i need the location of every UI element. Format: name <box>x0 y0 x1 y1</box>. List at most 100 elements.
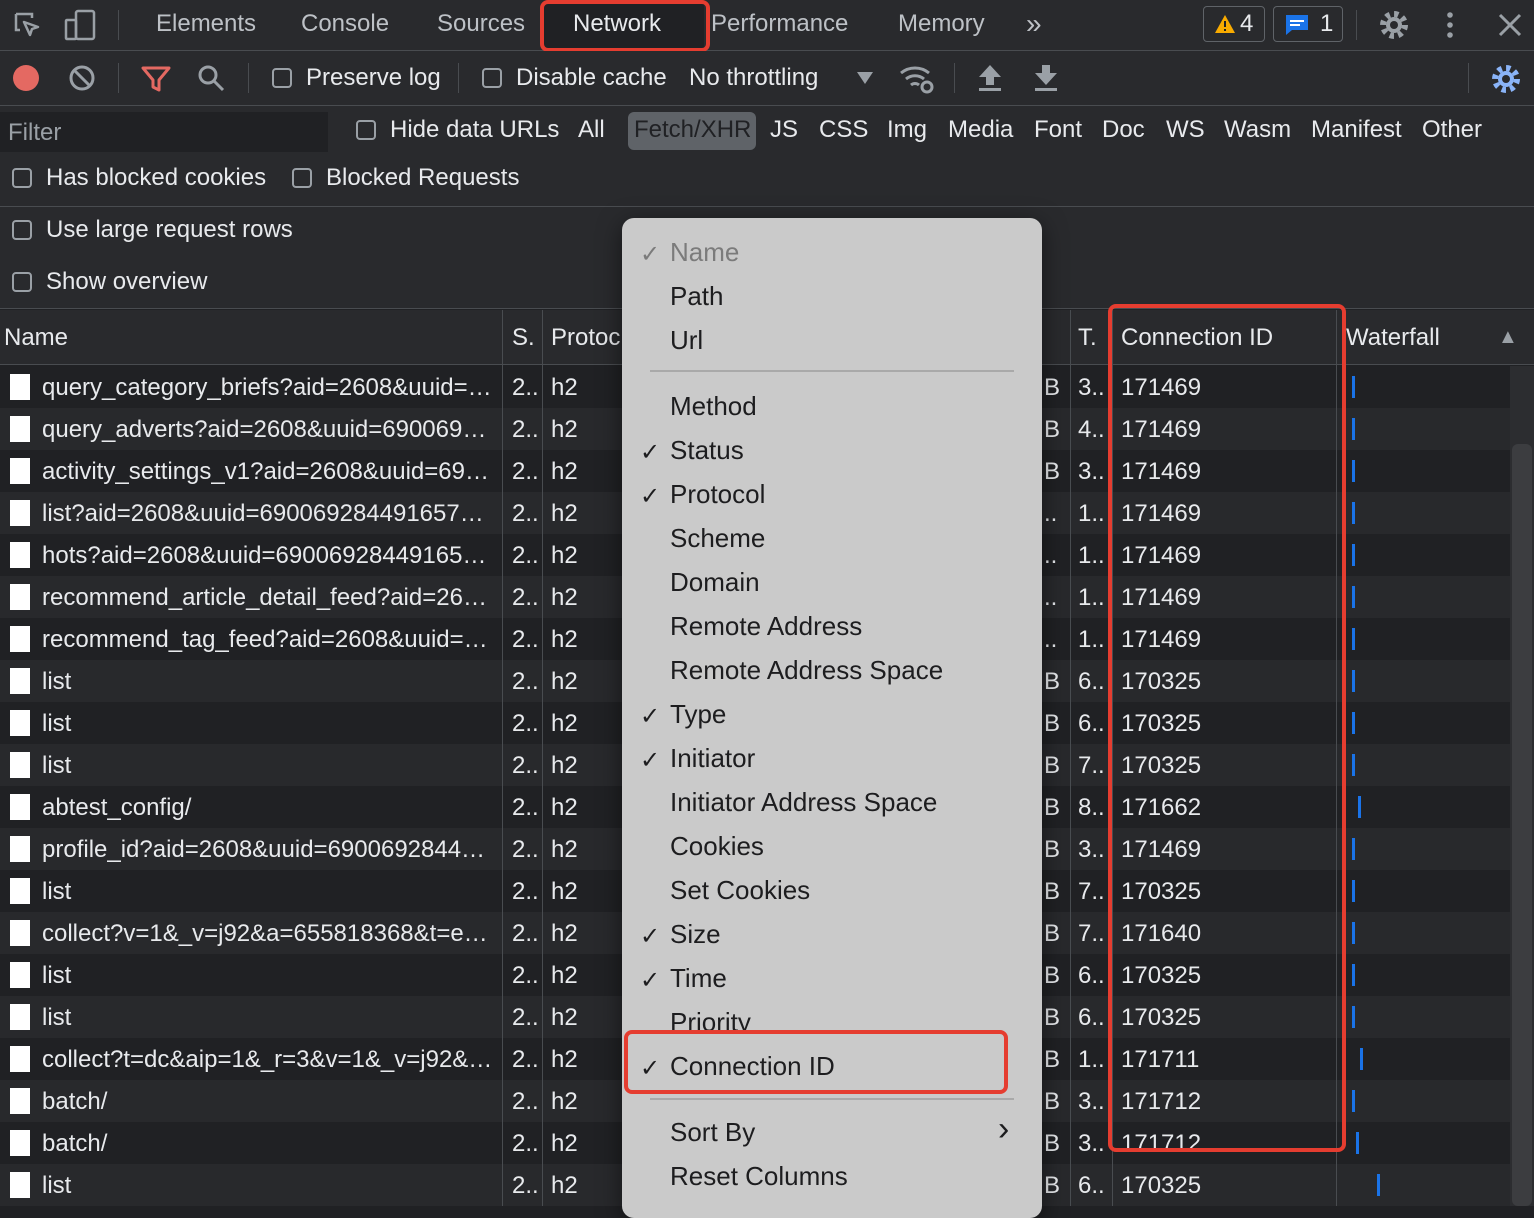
menu-item-status[interactable]: Status <box>670 435 744 466</box>
request-status: 2.. <box>512 878 539 905</box>
menu-item-scheme[interactable]: Scheme <box>670 523 765 554</box>
export-har-icon[interactable] <box>1032 63 1060 93</box>
request-size: B <box>1044 374 1061 401</box>
tab-sources[interactable]: Sources <box>437 10 525 38</box>
file-icon <box>10 542 30 568</box>
waterfall-bar <box>1352 670 1355 692</box>
menu-item-reset-columns[interactable]: Reset Columns <box>670 1161 848 1192</box>
filter-type-js[interactable]: JS <box>770 116 798 144</box>
request-time: 6.. <box>1078 1172 1105 1199</box>
scrollbar-thumb[interactable] <box>1512 444 1532 1206</box>
request-connection-id: 170325 <box>1121 1172 1202 1199</box>
network-conditions-icon[interactable] <box>898 63 936 95</box>
request-size: B <box>1044 458 1061 485</box>
menu-item-initiator[interactable]: Initiator <box>670 743 755 774</box>
filter-type-other[interactable]: Other <box>1422 116 1482 144</box>
filter-type-css[interactable]: CSS <box>819 116 868 144</box>
network-settings-gear-icon[interactable] <box>1490 63 1522 95</box>
more-tabs-icon[interactable]: » <box>1026 8 1042 40</box>
tab-console[interactable]: Console <box>301 10 389 38</box>
tab-elements[interactable]: Elements <box>156 10 256 38</box>
column-header-waterfall[interactable]: Waterfall <box>1346 324 1440 352</box>
request-name: abtest_config/ <box>42 794 192 821</box>
request-time: 7.. <box>1078 878 1105 905</box>
inspect-element-icon[interactable] <box>12 10 42 40</box>
menu-item-cookies[interactable]: Cookies <box>670 831 764 862</box>
menu-item-type[interactable]: Type <box>670 699 726 730</box>
search-icon[interactable] <box>196 63 226 93</box>
request-size: B <box>1044 836 1061 863</box>
filter-type-fetch-xhr[interactable]: Fetch/XHR <box>634 116 751 144</box>
menu-item-set-cookies[interactable]: Set Cookies <box>670 875 810 906</box>
menu-separator <box>650 1098 1014 1100</box>
column-header-time[interactable]: T. <box>1078 324 1097 352</box>
waterfall-bar <box>1352 754 1355 776</box>
clear-icon[interactable] <box>68 64 96 92</box>
menu-item-initiator-address-space[interactable]: Initiator Address Space <box>670 787 937 818</box>
menu-item-priority[interactable]: Priority <box>670 1007 751 1031</box>
disable-cache-checkbox[interactable] <box>482 68 502 88</box>
request-time: 1.. <box>1078 584 1105 611</box>
filter-type-manifest[interactable]: Manifest <box>1311 116 1402 144</box>
menu-item-remote-address-space[interactable]: Remote Address Space <box>670 655 943 686</box>
close-icon[interactable] <box>1497 12 1523 38</box>
menu-item-method[interactable]: Method <box>670 391 757 422</box>
menu-item-protocol[interactable]: Protocol <box>670 479 765 510</box>
settings-gear-icon[interactable] <box>1378 9 1410 41</box>
sort-ascending-icon: ▲ <box>1498 326 1518 348</box>
request-name: query_category_briefs?aid=2608&uuid=… <box>42 374 492 401</box>
filter-type-wasm[interactable]: Wasm <box>1224 116 1291 144</box>
checkmark-icon: ✓ <box>640 967 661 994</box>
record-icon[interactable] <box>12 64 40 92</box>
request-name: list?aid=2608&uuid=690069284491657… <box>42 500 484 527</box>
menu-item-remote-address[interactable]: Remote Address <box>670 611 862 642</box>
menu-item-domain[interactable]: Domain <box>670 567 760 598</box>
show-overview-checkbox[interactable] <box>12 272 32 292</box>
menu-item-time[interactable]: Time <box>670 963 727 994</box>
filter-icon[interactable] <box>140 65 172 93</box>
request-size: B <box>1044 710 1061 737</box>
column-header-name[interactable]: Name <box>4 324 68 352</box>
file-icon <box>10 626 30 652</box>
menu-separator <box>650 370 1014 372</box>
device-toolbar-icon[interactable] <box>64 8 98 42</box>
request-name: list <box>42 752 72 779</box>
warnings-badge[interactable]: 4 <box>1203 6 1265 42</box>
request-status: 2.. <box>512 584 539 611</box>
use-large-rows-checkbox[interactable] <box>12 220 32 240</box>
filter-type-font[interactable]: Font <box>1034 116 1082 144</box>
tab-performance[interactable]: Performance <box>711 10 848 38</box>
menu-item-url[interactable]: Url <box>670 325 703 356</box>
filter-type-img[interactable]: Img <box>887 116 927 144</box>
chevron-right-icon: › <box>998 1110 1010 1148</box>
import-har-icon[interactable] <box>976 63 1004 93</box>
throttling-select[interactable]: No throttling <box>689 64 818 92</box>
blocked-requests-checkbox[interactable] <box>292 168 312 188</box>
filter-input[interactable]: Filter <box>0 112 328 152</box>
preserve-log-checkbox[interactable] <box>272 68 292 88</box>
file-icon <box>10 1088 30 1114</box>
filter-type-doc[interactable]: Doc <box>1102 116 1145 144</box>
column-header-status[interactable]: S. <box>512 324 535 352</box>
divider <box>248 63 249 93</box>
chevron-down-icon[interactable] <box>856 71 874 85</box>
menu-item-path[interactable]: Path <box>670 281 724 312</box>
filter-type-all[interactable]: All <box>578 116 605 144</box>
filter-type-media[interactable]: Media <box>948 116 1013 144</box>
has-blocked-cookies-checkbox[interactable] <box>12 168 32 188</box>
connection-id-menu-highlight <box>624 1030 1008 1094</box>
request-name: recommend_article_detail_feed?aid=26… <box>42 584 487 611</box>
tab-memory[interactable]: Memory <box>898 10 985 38</box>
filter-type-ws[interactable]: WS <box>1166 116 1205 144</box>
waterfall-bar <box>1352 880 1355 902</box>
messages-badge[interactable]: 1 <box>1273 6 1343 42</box>
waterfall-bar <box>1352 838 1355 860</box>
menu-item-size[interactable]: Size <box>670 919 721 950</box>
request-size: B <box>1044 1172 1061 1199</box>
more-options-icon[interactable] <box>1440 10 1460 40</box>
request-time: 1.. <box>1078 1046 1105 1073</box>
menu-item-sort-by[interactable]: Sort By <box>670 1117 755 1148</box>
waterfall-bar <box>1352 418 1355 440</box>
column-header-protocol[interactable]: Protoc <box>551 324 620 352</box>
hide-data-urls-checkbox[interactable] <box>356 120 376 140</box>
